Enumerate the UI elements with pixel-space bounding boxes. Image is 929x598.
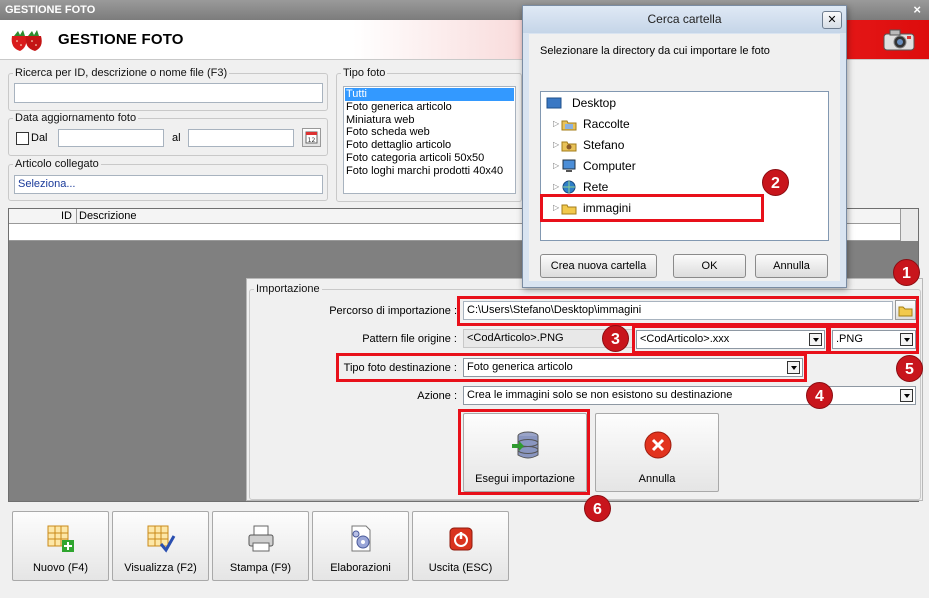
tree-label-computer: Computer <box>583 159 636 173</box>
date-legend: Data aggiornamento foto <box>15 112 137 124</box>
highlight-extension <box>828 325 919 354</box>
calendar-button[interactable]: 12 <box>302 128 321 147</box>
annulla-import-button[interactable]: Annulla <box>595 413 719 492</box>
page-title: GESTIONE FOTO <box>58 31 184 48</box>
dialog-title: Cerca cartella <box>523 6 846 33</box>
callout-4: 4 <box>806 382 833 409</box>
highlight-esegui <box>458 409 590 495</box>
al-label: al <box>172 132 181 144</box>
stampa-button[interactable]: Stampa (F9) <box>212 511 309 581</box>
tipo-item[interactable]: Foto categoria articoli 50x50 <box>345 152 514 165</box>
nuovo-button[interactable]: Nuovo (F4) <box>12 511 109 581</box>
pattern-label: Pattern file origine : <box>362 333 457 345</box>
azione-label: Azione : <box>417 390 457 402</box>
highlight-tipo-dest <box>336 353 807 382</box>
tipo-foto-list[interactable]: Tutti Foto generica articolo Miniatura w… <box>343 86 516 194</box>
dialog-prompt: Selezionare la directory da cui importar… <box>540 45 770 57</box>
tipo-item[interactable]: Foto scheda web <box>345 126 514 139</box>
search-input[interactable] <box>14 83 323 103</box>
desktop-folder-icon <box>546 97 562 109</box>
new-grid-icon <box>47 525 74 552</box>
chevron-down-icon[interactable] <box>900 389 913 402</box>
dal-label: Dal <box>31 132 48 144</box>
elaborazioni-button[interactable]: Elaborazioni <box>312 511 409 581</box>
articolo-legend: Articolo collegato <box>15 158 99 170</box>
highlight-pattern <box>632 325 829 354</box>
visualizza-label: Visualizza (F2) <box>124 562 197 574</box>
tipo-item[interactable]: Tutti <box>345 88 514 101</box>
library-folder-icon <box>561 120 577 131</box>
tipo-item[interactable]: Foto generica articolo <box>345 101 514 114</box>
date-from-input[interactable] <box>58 129 164 147</box>
uscita-button[interactable]: Uscita (ESC) <box>412 511 509 581</box>
callout-3: 3 <box>602 325 629 352</box>
computer-icon <box>562 159 576 172</box>
callout-1: 1 <box>893 259 920 286</box>
date-to-input[interactable] <box>188 129 294 147</box>
tree-label-desktop: Desktop <box>572 96 617 110</box>
dialog-cancel-button[interactable]: Annulla <box>755 254 828 278</box>
exit-power-icon <box>449 527 473 551</box>
window-title: GESTIONE FOTO <box>5 4 96 16</box>
col-id-header[interactable]: ID <box>61 210 72 222</box>
elaborazioni-label: Elaborazioni <box>330 562 391 574</box>
highlight-immagini <box>540 194 764 222</box>
dialog-close-icon[interactable]: ✕ <box>822 11 842 29</box>
expand-arrow-icon[interactable]: ▷ <box>553 156 559 176</box>
dialog-ok-button[interactable]: OK <box>673 254 746 278</box>
user-folder-icon <box>561 141 577 152</box>
annulla-import-label: Annulla <box>638 473 676 485</box>
highlight-path <box>457 296 919 326</box>
callout-2: 2 <box>762 169 789 196</box>
printer-icon <box>248 525 274 552</box>
strawberry-icon <box>11 30 42 51</box>
uscita-label: Uscita (ESC) <box>428 562 493 574</box>
nuovo-label: Nuovo (F4) <box>32 562 89 574</box>
tipo-item[interactable]: Miniatura web <box>345 114 514 127</box>
network-icon <box>562 180 576 194</box>
new-folder-button[interactable]: Crea nuova cartella <box>540 254 657 278</box>
window-close-icon[interactable]: × <box>913 2 921 17</box>
azione-combo[interactable]: Crea le immagini solo se non esistono su… <box>463 386 916 405</box>
calendar-icon: 12 <box>305 131 318 144</box>
tree-label-raccolte: Raccolte <box>583 117 630 131</box>
tree-label-stefano: Stefano <box>583 138 625 152</box>
expand-arrow-icon[interactable]: ▷ <box>553 114 559 134</box>
expand-arrow-icon[interactable]: ▷ <box>553 135 559 155</box>
grid-scrollbar[interactable] <box>900 209 918 241</box>
col-desc-header[interactable]: Descrizione <box>79 210 136 222</box>
path-label: Percorso di importazione : <box>329 305 457 317</box>
azione-combo-value: Crea le immagini solo se non esistono su… <box>467 389 733 401</box>
visualizza-button[interactable]: Visualizza (F2) <box>112 511 209 581</box>
import-legend: Importazione <box>256 283 320 295</box>
view-grid-icon <box>147 525 176 553</box>
articolo-input[interactable]: Seleziona... <box>14 175 323 194</box>
svg-text:12: 12 <box>308 137 316 144</box>
callout-5: 5 <box>896 355 923 382</box>
dal-checkbox[interactable] <box>16 132 29 145</box>
cancel-icon <box>644 431 672 459</box>
stampa-label: Stampa (F9) <box>229 562 292 574</box>
processing-gear-icon <box>351 525 371 552</box>
tipo-item[interactable]: Foto loghi marchi prodotti 40x40 <box>345 165 514 178</box>
search-legend: Ricerca per ID, descrizione o nome file … <box>15 67 228 79</box>
camera-icon <box>883 29 915 51</box>
tipo-legend: Tipo foto <box>343 67 386 79</box>
callout-6: 6 <box>584 495 611 522</box>
tipo-item[interactable]: Foto dettaglio articolo <box>345 139 514 152</box>
